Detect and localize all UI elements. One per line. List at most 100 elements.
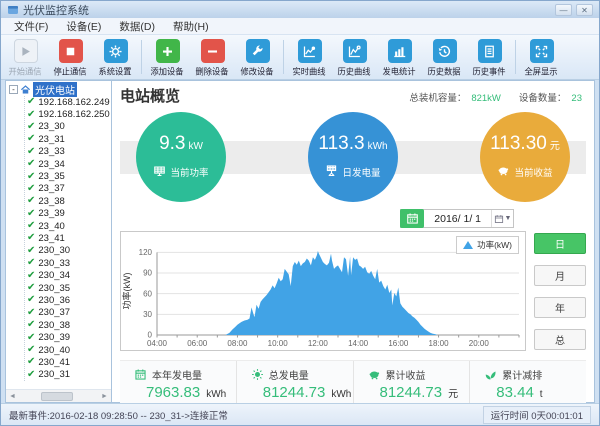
tree-item-23_39[interactable]: ✔23_39 xyxy=(27,208,111,220)
stat-label: 总发电量 xyxy=(269,367,309,382)
generation-stats-button[interactable]: 发电统计 xyxy=(377,37,422,79)
history-curve-icon xyxy=(343,39,367,63)
tree-item-23_38[interactable]: ✔23_38 xyxy=(27,195,111,207)
svg-text:30: 30 xyxy=(143,310,152,319)
tree-item-label: 230_30 xyxy=(38,245,70,256)
uptime-text: 运行时间 0天00:01:01 xyxy=(483,406,591,424)
overview-panel: 电站概览 总装机容量：821kW 设备数量：23 9.3kW 当前功率 113.… xyxy=(112,80,595,403)
page-title: 电站概览 xyxy=(120,85,180,106)
tree-item-230_31[interactable]: ✔230_31 xyxy=(27,369,111,381)
minimize-button[interactable]: — xyxy=(555,4,572,16)
menu-bar: 文件(F)设备(E)数据(D)帮助(H) xyxy=(1,18,599,35)
current-income-label: 当前收益 xyxy=(514,165,552,179)
tree-item-23_34[interactable]: ✔23_34 xyxy=(27,158,111,170)
date-picker[interactable]: 2016/ 1/ 1 ▼ xyxy=(400,209,514,228)
history-data-icon xyxy=(433,39,457,63)
tree-item-230_38[interactable]: ✔230_38 xyxy=(27,319,111,331)
tree-item-230_41[interactable]: ✔230_41 xyxy=(27,356,111,368)
tree-item-label: 192.168.162.250 xyxy=(38,109,109,120)
period-button-2[interactable]: 年 xyxy=(534,297,586,318)
tree-item-230_37[interactable]: ✔230_37 xyxy=(27,307,111,319)
scroll-right-icon[interactable]: ► xyxy=(99,393,110,400)
history-curve-button[interactable]: 历史曲线 xyxy=(332,37,377,79)
stop-comm-button[interactable]: 停止通信 xyxy=(48,37,93,79)
edit-device-button[interactable]: 修改设备 xyxy=(235,37,280,79)
scroll-left-icon[interactable]: ◄ xyxy=(7,393,18,400)
app-icon xyxy=(7,4,19,16)
tree-item-label: 23_35 xyxy=(38,171,64,182)
period-button-3[interactable]: 总 xyxy=(534,329,586,350)
current-income-value: 113.30 xyxy=(490,134,547,154)
tree-item-23_30[interactable]: ✔23_30 xyxy=(27,121,111,133)
delete-device-icon xyxy=(201,39,225,63)
tree-item-label: 23_34 xyxy=(38,159,64,170)
calendar-dropdown-icon[interactable]: ▼ xyxy=(491,210,513,227)
check-icon: ✔ xyxy=(27,320,35,330)
tree-root-label[interactable]: 光伏电站 xyxy=(33,82,77,97)
svg-text:60: 60 xyxy=(143,289,152,298)
history-data-button[interactable]: 历史数据 xyxy=(422,37,467,79)
svg-text:90: 90 xyxy=(143,269,152,278)
tree-item-23_31[interactable]: ✔23_31 xyxy=(27,133,111,145)
tree-item-23_33[interactable]: ✔23_33 xyxy=(27,146,111,158)
stat-value: 81244.73 xyxy=(380,384,443,401)
sun-icon xyxy=(251,368,264,381)
history-events-button[interactable]: 历史事件 xyxy=(467,37,512,79)
menu-item-0[interactable]: 文件(F) xyxy=(5,19,57,34)
toolbar-button-label: 添加设备 xyxy=(151,66,184,78)
tree-item-230_36[interactable]: ✔230_36 xyxy=(27,294,111,306)
tree-item-23_37[interactable]: ✔23_37 xyxy=(27,183,111,195)
stat-header: 总发电量 xyxy=(251,367,353,382)
current-power-unit: kW xyxy=(188,137,202,157)
tree-item-230_30[interactable]: ✔230_30 xyxy=(27,245,111,257)
toolbar-button-label: 历史曲线 xyxy=(338,66,371,78)
tree-root-station[interactable]: - 光伏电站 xyxy=(9,83,111,96)
toolbar-button-label: 开始通信 xyxy=(9,66,42,78)
close-button[interactable]: ✕ xyxy=(576,4,593,16)
svg-text:功率(kW): 功率(kW) xyxy=(121,273,132,310)
svg-text:08:00: 08:00 xyxy=(227,339,248,348)
add-device-button[interactable]: 添加设备 xyxy=(145,37,190,79)
tree-item-230_33[interactable]: ✔230_33 xyxy=(27,257,111,269)
calendar-icon[interactable] xyxy=(400,209,424,228)
tree-collapse-icon[interactable]: - xyxy=(9,85,18,94)
menu-item-1[interactable]: 设备(E) xyxy=(57,19,110,34)
tree-item-label: 23_40 xyxy=(38,221,64,232)
date-value[interactable]: 2016/ 1/ 1 xyxy=(424,213,491,225)
stat-header: 本年发电量 xyxy=(134,367,236,382)
tree-item-230_39[interactable]: ✔230_39 xyxy=(27,331,111,343)
stop-comm-icon xyxy=(59,39,83,63)
check-icon: ✔ xyxy=(27,184,35,194)
system-settings-button[interactable]: 系统设置 xyxy=(93,37,138,79)
menu-item-3[interactable]: 帮助(H) xyxy=(164,19,218,34)
tree-item-192.168.162.249[interactable]: ✔192.168.162.249 xyxy=(27,96,111,108)
tree-item-230_35[interactable]: ✔230_35 xyxy=(27,282,111,294)
toolbar-button-label: 实时曲线 xyxy=(293,66,326,78)
stat-unit: 元 xyxy=(448,385,458,400)
stat-label: 累计收益 xyxy=(386,367,426,382)
tree-item-23_40[interactable]: ✔23_40 xyxy=(27,220,111,232)
start-comm-icon xyxy=(14,39,38,63)
fullscreen-button[interactable]: 全屏显示 xyxy=(519,37,564,79)
tree-item-230_34[interactable]: ✔230_34 xyxy=(27,269,111,281)
check-icon: ✔ xyxy=(27,147,35,157)
device-count-label: 设备数量： xyxy=(519,93,567,104)
tree-item-23_41[interactable]: ✔23_41 xyxy=(27,232,111,244)
delete-device-button[interactable]: 删除设备 xyxy=(190,37,235,79)
scrollbar-thumb[interactable] xyxy=(41,392,73,401)
tree-item-23_35[interactable]: ✔23_35 xyxy=(27,170,111,182)
period-button-1[interactable]: 月 xyxy=(534,265,586,286)
chart-row: 030609012004:0006:0008:0010:0012:0014:00… xyxy=(120,231,586,351)
capacity-label: 总装机容量： xyxy=(409,93,466,104)
content-area: - 光伏电站 ✔192.168.162.249✔192.168.162.250✔… xyxy=(1,80,599,403)
period-button-0[interactable]: 日 xyxy=(534,233,586,254)
sidebar-horizontal-scrollbar[interactable]: ◄ ► xyxy=(6,389,111,402)
check-icon: ✔ xyxy=(27,159,35,169)
realtime-curve-button[interactable]: 实时曲线 xyxy=(287,37,332,79)
tree-item-192.168.162.250[interactable]: ✔192.168.162.250 xyxy=(27,108,111,120)
check-icon: ✔ xyxy=(27,271,35,281)
tree-item-label: 230_40 xyxy=(38,345,70,356)
menu-item-2[interactable]: 数据(D) xyxy=(110,19,164,34)
tree-item-230_40[interactable]: ✔230_40 xyxy=(27,344,111,356)
scrollbar-track[interactable] xyxy=(18,392,99,401)
